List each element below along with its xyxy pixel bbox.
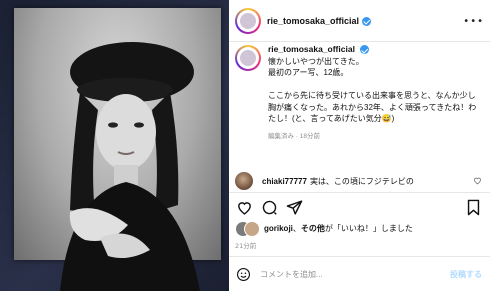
actions-divider	[229, 192, 490, 193]
action-bar	[235, 198, 482, 216]
comment-bubble-icon[interactable]	[260, 198, 278, 216]
likes-joiner: 、	[292, 223, 301, 233]
caption-meta: 編集済み · 18分前	[268, 132, 321, 140]
comment-row: chiaki77777 実は、この頃にフジテレビの	[235, 172, 482, 190]
likes-others-link[interactable]: その他	[301, 224, 325, 233]
header-divider	[229, 41, 490, 42]
comment-like-icon[interactable]	[473, 176, 482, 187]
liker-avatars[interactable]	[235, 221, 261, 237]
heart-icon[interactable]	[235, 198, 253, 216]
header-username[interactable]: rie_tomosaka_official	[267, 16, 359, 26]
portrait-illustration	[60, 42, 200, 291]
edited-label: 編集済み	[268, 132, 294, 140]
likes-suffix: が「いいね！」しました	[324, 223, 413, 233]
caption: rie_tomosaka_official 懐かしいやつが出てきた。 最初のアー…	[235, 44, 482, 142]
likes-text: gorikoji、その他が「いいね！」しました	[264, 223, 413, 234]
liker-username[interactable]: gorikoji	[264, 224, 293, 233]
commenter-avatar[interactable]	[235, 172, 253, 190]
post-photo[interactable]	[0, 0, 229, 291]
post-sidebar: rie_tomosaka_official ••• rie_tomosaka_o…	[229, 0, 490, 291]
caption-username[interactable]: rie_tomosaka_official	[268, 44, 355, 54]
comment-input[interactable]	[258, 268, 432, 280]
instagram-post-view: rie_tomosaka_official ••• rie_tomosaka_o…	[0, 0, 490, 291]
likes-row: gorikoji、その他が「いいね！」しました	[235, 221, 482, 237]
bookmark-icon[interactable]	[464, 198, 482, 216]
verified-icon	[362, 16, 372, 26]
add-comment-bar: 投稿する	[235, 266, 482, 282]
post-header: rie_tomosaka_official •••	[235, 6, 484, 36]
comment-box-divider	[229, 256, 490, 257]
smiley-icon[interactable]	[235, 266, 251, 282]
caption-text: 懐かしいやつが出てきた。 最初のアー写、12歳。 ここから先に待ち受けている出来…	[268, 56, 477, 124]
post-age[interactable]: 21分前	[235, 240, 256, 250]
paper-plane-icon[interactable]	[285, 198, 303, 216]
caption-avatar[interactable]	[235, 45, 261, 71]
commenter-username[interactable]: chiaki77777	[262, 177, 307, 186]
caption-time[interactable]: 18分前	[300, 133, 320, 140]
avatar[interactable]	[235, 8, 261, 34]
more-dots-icon[interactable]: •••	[463, 16, 484, 27]
verified-icon	[360, 45, 370, 55]
post-button[interactable]: 投稿する	[450, 269, 482, 280]
comment-text: 実は、この頃にフジテレビの	[309, 176, 414, 186]
